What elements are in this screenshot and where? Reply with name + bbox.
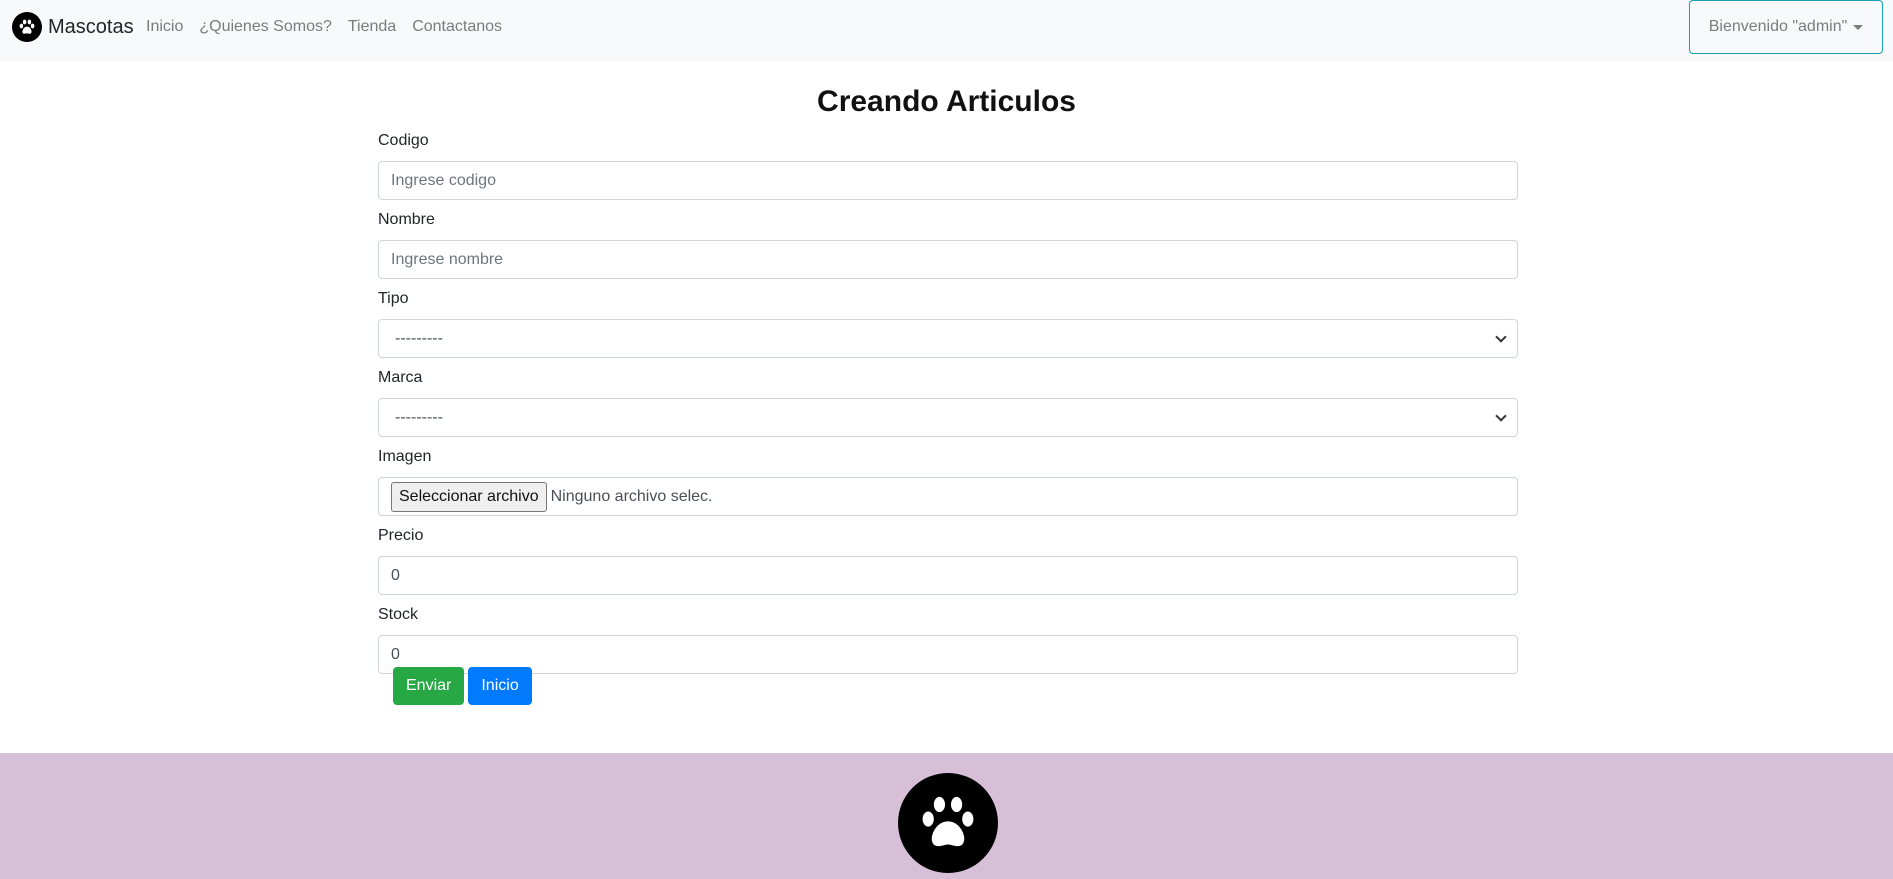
inicio-button[interactable]: Inicio bbox=[468, 667, 532, 705]
nombre-input[interactable] bbox=[378, 240, 1518, 279]
page-title: Creando Articulos bbox=[817, 85, 1076, 118]
chevron-down-icon bbox=[1495, 330, 1507, 343]
enviar-button[interactable]: Enviar bbox=[393, 667, 465, 705]
imagen-file-input: Seleccionar archivo Ninguno archivo sele… bbox=[378, 477, 1518, 516]
nav-link-quienes-somos[interactable]: ¿Quienes Somos? bbox=[199, 18, 332, 36]
stock-label: Stock bbox=[378, 606, 419, 623]
field-tipo: Tipo --------- bbox=[378, 288, 1518, 358]
tipo-select[interactable]: --------- bbox=[378, 319, 1518, 358]
form-actions: Enviar Inicio bbox=[393, 667, 536, 705]
field-imagen: Imagen Seleccionar archivo Ninguno archi… bbox=[378, 446, 1518, 516]
field-nombre: Nombre bbox=[378, 209, 1518, 279]
paw-icon bbox=[12, 12, 42, 42]
codigo-input[interactable] bbox=[378, 161, 1518, 200]
nav-links: Inicio ¿Quienes Somos? Tienda Contactano… bbox=[146, 0, 518, 54]
nav-link-contactanos[interactable]: Contactanos bbox=[412, 18, 502, 36]
user-menu-label: Bienvenido "admin" bbox=[1708, 18, 1848, 35]
nav-link-tienda[interactable]: Tienda bbox=[348, 18, 396, 36]
tipo-selected-value: --------- bbox=[395, 329, 443, 347]
brand-link[interactable]: Mascotas bbox=[12, 12, 134, 42]
tipo-label: Tipo bbox=[378, 290, 409, 307]
stock-input[interactable] bbox=[378, 635, 1518, 674]
field-codigo: Codigo bbox=[378, 130, 1518, 200]
caret-down-icon bbox=[1853, 24, 1864, 30]
footer bbox=[0, 753, 1893, 879]
article-form: Codigo Nombre Tipo --------- Marca -----… bbox=[378, 130, 1518, 674]
navbar: Mascotas Inicio ¿Quienes Somos? Tienda C… bbox=[0, 0, 1893, 61]
precio-label: Precio bbox=[378, 527, 424, 544]
marca-label: Marca bbox=[378, 369, 423, 386]
user-menu-dropdown[interactable]: Bienvenido "admin" bbox=[1689, 0, 1883, 54]
brand-text: Mascotas bbox=[48, 15, 134, 38]
nombre-label: Nombre bbox=[378, 211, 435, 228]
paw-icon bbox=[898, 773, 998, 873]
chevron-down-icon bbox=[1495, 409, 1507, 422]
marca-selected-value: --------- bbox=[395, 408, 443, 426]
marca-select[interactable]: --------- bbox=[378, 398, 1518, 437]
codigo-label: Codigo bbox=[378, 132, 429, 149]
precio-input[interactable] bbox=[378, 556, 1518, 595]
choose-file-button[interactable]: Seleccionar archivo bbox=[391, 481, 547, 512]
field-marca: Marca --------- bbox=[378, 367, 1518, 437]
file-status-text: Ninguno archivo selec. bbox=[550, 487, 713, 505]
field-stock: Stock bbox=[378, 604, 1518, 674]
imagen-label: Imagen bbox=[378, 448, 432, 465]
nav-link-inicio[interactable]: Inicio bbox=[146, 18, 183, 36]
field-precio: Precio bbox=[378, 525, 1518, 595]
